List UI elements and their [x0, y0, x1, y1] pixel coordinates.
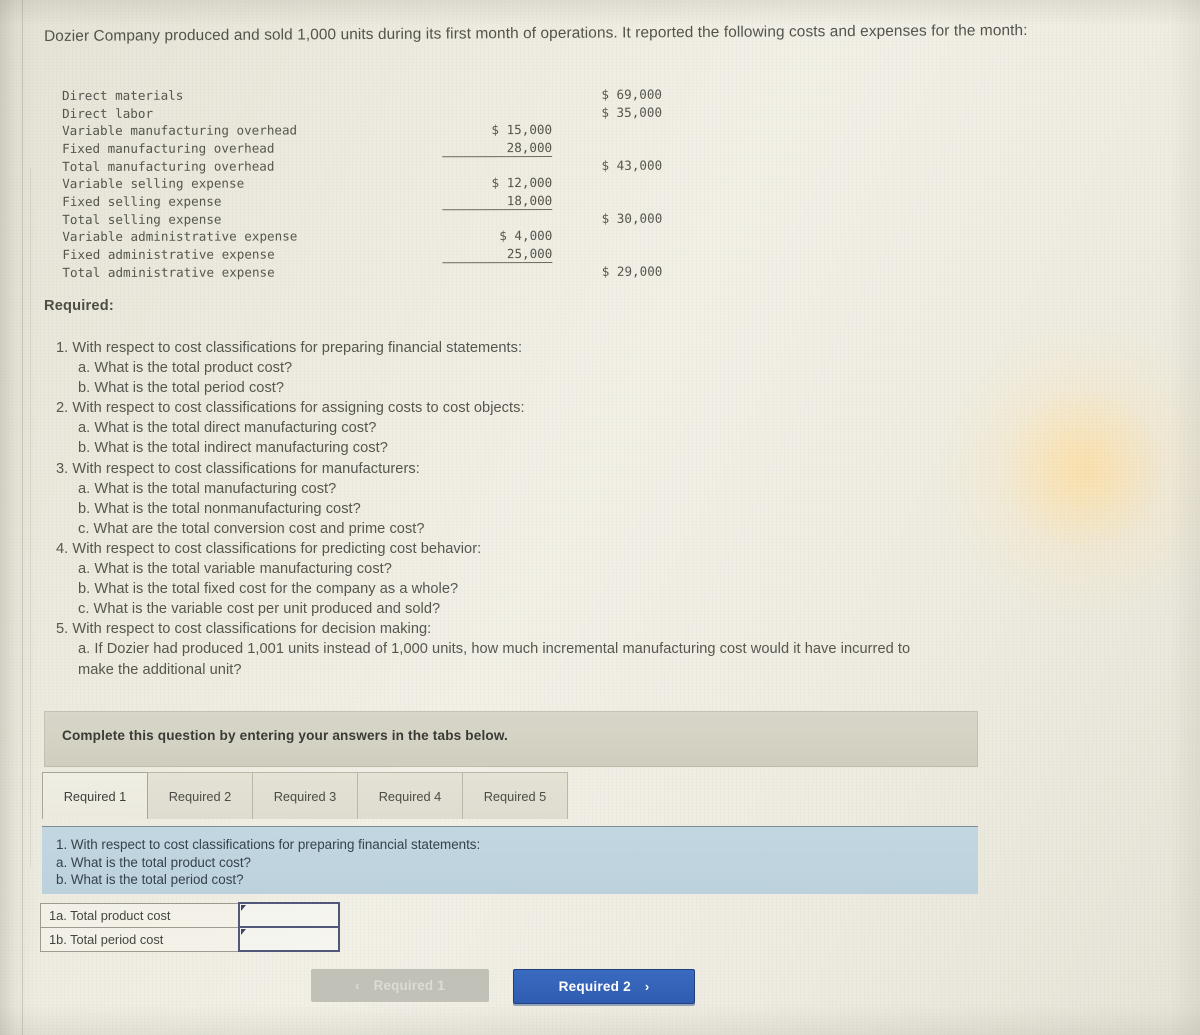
- answer-row: 1b. Total period cost: [40, 926, 340, 952]
- required-question-line: a. What is the total variable manufactur…: [78, 561, 392, 578]
- tab-label: Required 2: [168, 788, 232, 804]
- tab-label: Required 3: [273, 788, 337, 804]
- cost-row-label: Total selling expense: [62, 211, 222, 227]
- cost-row-subamount: $ 4,000: [499, 227, 553, 244]
- requirement-tab-strip[interactable]: Required 1 Required 2 Required 3 Required 4…: [42, 771, 568, 819]
- cost-row-subamount: 25,000: [442, 244, 553, 263]
- cost-row-total: $ 43,000: [601, 157, 663, 173]
- required-question-line: b. What is the total nonmanufacturing co…: [78, 500, 361, 517]
- answer-table-body: 1a. Total product cost 1b. Total period c…: [40, 902, 340, 952]
- cost-row-total: $ 30,000: [601, 210, 663, 226]
- required-question-line: a. If Dozier had produced 1,001 units in…: [78, 641, 911, 658]
- tab-label: Required 4: [378, 788, 442, 804]
- cost-row-label: Fixed selling expense: [62, 193, 222, 209]
- cost-row-total: [552, 174, 662, 192]
- cost-row-subamount: [442, 156, 552, 174]
- cost-table-row: Direct labor $ 35,000: [62, 103, 662, 122]
- cost-data-table: Direct materials $ 69,000 Direct labor $ 35…: [62, 86, 662, 281]
- required-question-line: a. What is the total direct manufacturin…: [78, 420, 377, 437]
- previous-requirement-label: Required 1: [373, 978, 445, 993]
- active-tab-question-panel: 1. With respect to cost classifications …: [42, 826, 978, 894]
- cost-table-row: Total manufacturing overhead $ 43,000: [62, 156, 662, 175]
- cost-table-row: Fixed manufacturing overhead 28,000: [62, 138, 662, 157]
- tab-required-5[interactable]: Required 5: [462, 772, 568, 819]
- cost-row-label: Variable administrative expense: [62, 228, 298, 244]
- required-questions-list: 1. With respect to cost classifications …: [50, 338, 1070, 680]
- cost-row-label: Variable selling expense: [62, 175, 245, 191]
- answer-entry-table[interactable]: 1a. Total product cost 1b. Total period c…: [40, 902, 340, 952]
- cost-row-subamount: $ 15,000: [491, 121, 553, 138]
- cost-row-total: $ 29,000: [601, 263, 663, 279]
- cost-row-subamount: 18,000: [442, 191, 553, 210]
- chevron-right-icon: ›: [644, 979, 650, 994]
- cost-row-total: [552, 227, 662, 245]
- cost-table-row: Variable selling expense $ 12,000: [62, 174, 662, 193]
- cost-row-subamount: 28,000: [442, 138, 553, 157]
- answer-row: 1a. Total product cost: [40, 902, 340, 928]
- next-requirement-button[interactable]: Required 2 ›: [513, 969, 695, 1004]
- required-question-line: 4. With respect to cost classifications …: [56, 540, 482, 557]
- cost-row-total: [552, 138, 662, 156]
- tab-label: Required 5: [483, 788, 547, 804]
- required-question-line: make the additional unit?: [78, 661, 242, 678]
- problem-intro-text: Dozier Company produced and sold 1,000 u…: [44, 21, 1028, 45]
- cost-row-label: Fixed administrative expense: [62, 246, 275, 262]
- required-question-line: b. What is the total fixed cost for the …: [78, 581, 459, 598]
- cost-table-row: Total administrative expense $ 29,000: [62, 262, 662, 281]
- required-question-line: 2. With respect to cost classifications …: [56, 400, 525, 417]
- tab-required-3[interactable]: Required 3: [252, 772, 358, 819]
- cost-row-subamount: [442, 209, 552, 227]
- instruction-banner: Complete this question by entering your …: [44, 711, 978, 767]
- cost-row-total: $ 69,000: [601, 86, 663, 102]
- cost-table-row: Fixed selling expense 18,000: [62, 191, 662, 210]
- cost-row-subamount: [442, 86, 552, 104]
- cost-row-total: [552, 191, 662, 209]
- blue-panel-line-3: b. What is the total period cost?: [56, 872, 244, 888]
- required-question-line: a. What is the total manufacturing cost?: [78, 480, 337, 497]
- required-question-line: c. What is the variable cost per unit pr…: [78, 601, 441, 618]
- cost-row-total: [552, 121, 662, 139]
- required-question-line: 5. With respect to cost classifications …: [56, 621, 432, 638]
- answer-row-label: 1b. Total period cost: [40, 926, 239, 952]
- required-question-line: 1. With respect to cost classifications …: [56, 340, 523, 356]
- answer-input-cell[interactable]: [237, 902, 340, 928]
- cost-row-label: Direct materials: [62, 87, 184, 103]
- cost-row-label: Variable manufacturing overhead: [62, 122, 298, 138]
- cost-table-row: Fixed administrative expense 25,000: [62, 244, 662, 263]
- answer-row-label: 1a. Total product cost: [40, 902, 239, 928]
- answer-input-cell[interactable]: [237, 926, 340, 952]
- tab-required-2[interactable]: Required 2: [147, 772, 253, 819]
- required-question-line: a. What is the total product cost?: [78, 360, 293, 377]
- chevron-left-icon: ‹: [355, 978, 360, 993]
- instruction-banner-text: Complete this question by entering your …: [62, 728, 508, 743]
- cost-table-body: Direct materials $ 69,000 Direct labor $ 35…: [62, 86, 662, 281]
- required-heading: Required:: [44, 298, 114, 314]
- cost-table-row: Total selling expense $ 30,000: [62, 209, 662, 228]
- blue-panel-line-1: 1. With respect to cost classifications …: [56, 837, 481, 852]
- cost-row-label: Total administrative expense: [62, 264, 275, 280]
- cost-row-subamount: [442, 103, 552, 121]
- cost-row-label: Total manufacturing overhead: [62, 158, 275, 174]
- document-content: Dozier Company produced and sold 1,000 u…: [0, 0, 1200, 1035]
- cost-row-label: Direct labor: [62, 105, 154, 121]
- cost-row-label: Fixed manufacturing overhead: [62, 140, 275, 156]
- cost-row-total: $ 35,000: [601, 104, 663, 120]
- cost-table-row: Direct materials $ 69,000: [62, 86, 662, 105]
- tab-label: Required 1: [63, 788, 127, 804]
- required-question-line: b. What is the total indirect manufactur…: [78, 440, 388, 457]
- required-question-line: b. What is the total period cost?: [78, 380, 285, 397]
- cost-row-subamount: $ 12,000: [491, 174, 553, 191]
- required-question-line: 3. With respect to cost classifications …: [56, 460, 420, 477]
- tab-required-4[interactable]: Required 4: [357, 772, 463, 819]
- next-requirement-label: Required 2: [558, 979, 631, 994]
- cost-table-row: Variable manufacturing overhead $ 15,000: [62, 121, 662, 140]
- required-question-line: c. What are the total conversion cost an…: [78, 520, 425, 537]
- cost-row-total: [552, 244, 662, 262]
- blue-panel-line-2: a. What is the total product cost?: [56, 854, 252, 870]
- cost-row-subamount: [442, 262, 552, 280]
- cost-table-row: Variable administrative expense $ 4,000: [62, 227, 662, 246]
- tab-required-1[interactable]: Required 1: [42, 772, 148, 819]
- previous-requirement-button[interactable]: ‹ Required 1: [311, 969, 489, 1002]
